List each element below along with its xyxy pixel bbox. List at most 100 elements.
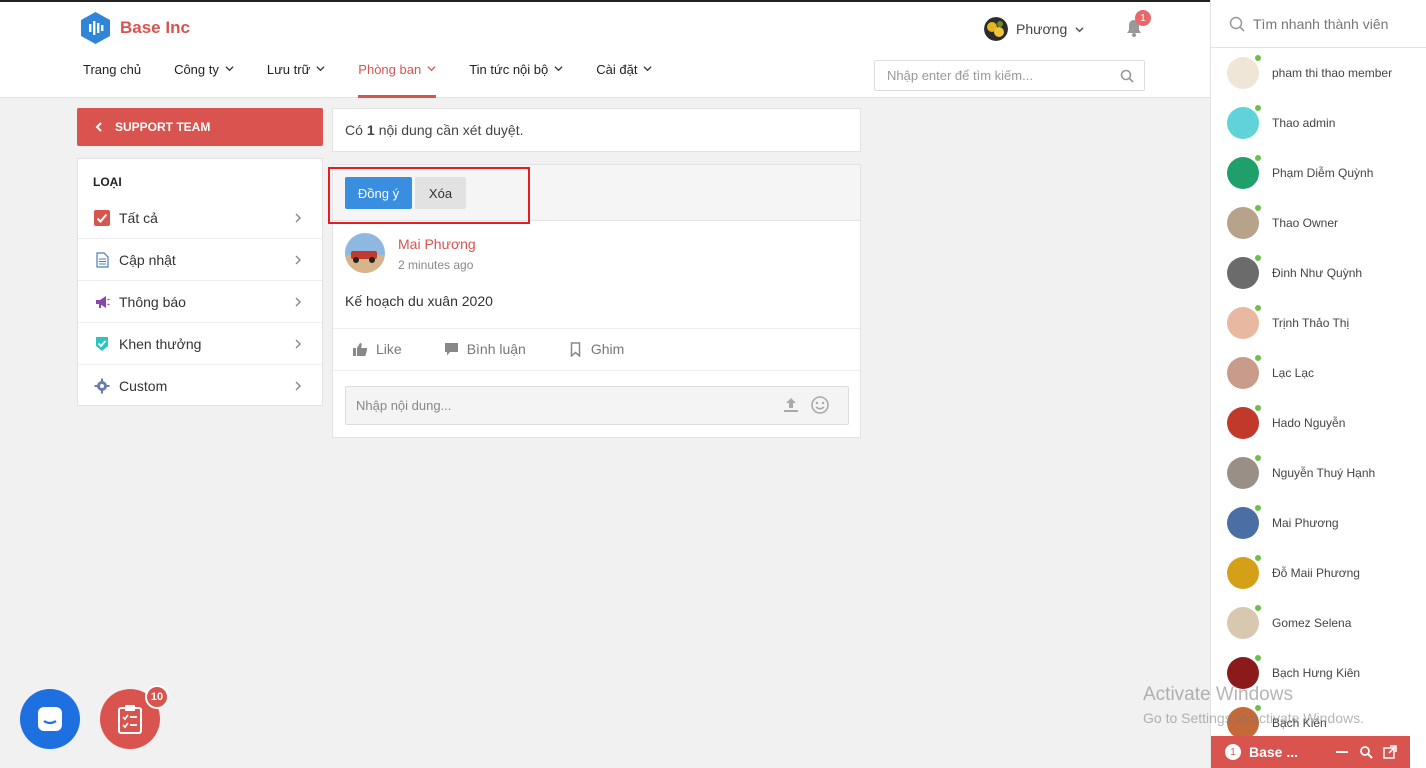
search-icon[interactable]	[1359, 745, 1373, 759]
nav-settings[interactable]: Cài đặt	[596, 62, 653, 98]
member-search-input[interactable]	[1253, 15, 1423, 32]
comment-input[interactable]	[346, 387, 766, 424]
chat-controls	[1335, 745, 1397, 759]
upload-icon[interactable]	[782, 396, 800, 414]
comment-button[interactable]: Bình luận	[444, 341, 526, 357]
member-name: Thao Owner	[1272, 216, 1339, 230]
nav-home[interactable]: Trang chủ	[83, 62, 141, 98]
member-sidebar: pham thi thao member Thao admin Phạm Diễm …	[1210, 0, 1426, 768]
category-rewards[interactable]: Khen thưởng	[78, 323, 322, 365]
divider	[333, 328, 860, 329]
like-button[interactable]: Like	[353, 341, 402, 357]
document-icon	[96, 251, 109, 268]
pin-button[interactable]: Ghim	[568, 341, 624, 357]
member-avatar	[1227, 604, 1262, 639]
nav-label: Công ty	[174, 62, 219, 77]
member-item[interactable]: pham thi thao member	[1211, 48, 1426, 98]
member-item[interactable]: Đinh Như Quỳnh	[1211, 248, 1426, 298]
chat-launcher-button[interactable]	[20, 689, 80, 749]
member-item[interactable]: Thao Owner	[1211, 198, 1426, 248]
category-label: Custom	[119, 378, 168, 394]
category-custom[interactable]: Custom	[78, 365, 322, 407]
member-avatar	[1227, 54, 1262, 89]
chat-title: Base ...	[1249, 744, 1299, 760]
user-name: Phương	[1016, 21, 1068, 37]
chat-bar[interactable]: 1 Base ...	[1211, 736, 1410, 768]
category-announcements[interactable]: Thông báo	[78, 281, 322, 323]
chevron-left-icon	[95, 122, 102, 132]
top-header: Base Inc Trang chủ Công ty Lưu trữ Phòng…	[0, 0, 1210, 98]
online-status-dot	[1254, 404, 1262, 412]
chevron-down-icon	[643, 66, 653, 72]
member-search	[1211, 0, 1426, 48]
nav-label: Trang chủ	[83, 62, 142, 77]
member-item[interactable]: Bạch Hưng Kiên	[1211, 648, 1426, 698]
online-status-dot	[1254, 454, 1262, 462]
header-search	[874, 60, 1145, 91]
task-count-badge: 10	[145, 685, 169, 709]
external-link-icon[interactable]	[1383, 745, 1397, 759]
user-avatar	[984, 17, 1008, 41]
divider	[333, 370, 860, 371]
author-name[interactable]: Mai Phương	[398, 236, 476, 252]
member-item[interactable]: Gomez Selena	[1211, 598, 1426, 648]
online-status-dot	[1254, 554, 1262, 562]
post-author: Mai Phương 2 minutes ago	[345, 233, 476, 273]
post-time: 2 minutes ago	[398, 258, 474, 272]
online-status-dot	[1254, 204, 1262, 212]
checkbox-icon	[94, 209, 110, 226]
member-avatar	[1227, 304, 1262, 339]
pin-label: Ghim	[590, 341, 625, 357]
member-item[interactable]: Lạc Lạc	[1211, 348, 1426, 398]
reaction-row: Like Bình luận Ghim	[353, 341, 624, 357]
member-list: pham thi thao member Thao admin Phạm Diễm …	[1211, 48, 1426, 748]
chat-bubble-icon	[38, 707, 62, 731]
gear-icon	[94, 378, 110, 394]
member-avatar	[1227, 254, 1262, 289]
member-name: Nguyễn Thuý Hạnh	[1272, 466, 1376, 480]
nav-department[interactable]: Phòng ban	[358, 62, 437, 98]
member-avatar	[1227, 354, 1262, 389]
member-item[interactable]: Phạm Diễm Quỳnh	[1211, 148, 1426, 198]
author-avatar[interactable]	[345, 233, 385, 273]
team-label: SUPPORT TEAM	[115, 120, 211, 134]
member-item[interactable]: Mai Phương	[1211, 498, 1426, 548]
online-status-dot	[1254, 104, 1262, 112]
user-menu[interactable]: Phương	[984, 17, 1084, 41]
main-nav: Trang chủ Công ty Lưu trữ Phòng ban Tin …	[83, 62, 685, 98]
member-name: Đỗ Maii Phương	[1272, 566, 1360, 580]
member-name: Trịnh Thảo Thị	[1272, 316, 1350, 330]
nav-internal-news[interactable]: Tin tức nội bộ	[469, 62, 563, 98]
search-icon[interactable]	[1120, 69, 1134, 83]
member-item[interactable]: Trịnh Thảo Thị	[1211, 298, 1426, 348]
member-name: Thao admin	[1272, 116, 1336, 130]
member-item[interactable]: Đỗ Maii Phương	[1211, 548, 1426, 598]
chevron-right-icon	[295, 339, 301, 349]
nav-storage[interactable]: Lưu trữ	[267, 62, 325, 98]
badge-icon	[96, 336, 108, 351]
category-all[interactable]: Tất cả	[78, 197, 322, 239]
member-avatar	[1227, 204, 1262, 239]
member-name: Bạch Kiên	[1272, 716, 1327, 730]
minimize-icon[interactable]	[1335, 745, 1349, 759]
member-item[interactable]: Nguyễn Thuý Hạnh	[1211, 448, 1426, 498]
member-avatar	[1227, 454, 1262, 489]
category-label: Khen thưởng	[119, 335, 202, 352]
emoji-icon[interactable]	[810, 395, 830, 415]
like-label: Like	[376, 341, 402, 357]
brand-logo[interactable]: Base Inc	[81, 12, 190, 44]
chevron-right-icon	[295, 297, 301, 307]
notice-prefix: Có	[345, 122, 363, 138]
member-avatar	[1227, 504, 1262, 539]
chevron-down-icon	[554, 66, 563, 72]
online-status-dot	[1254, 704, 1262, 712]
member-item[interactable]: Hado Nguyễn	[1211, 398, 1426, 448]
member-item[interactable]: Thao admin	[1211, 98, 1426, 148]
online-status-dot	[1254, 354, 1262, 362]
nav-company[interactable]: Công ty	[174, 62, 234, 98]
category-updates[interactable]: Cập nhật	[78, 239, 322, 281]
header-search-input[interactable]	[875, 61, 1105, 90]
category-label: Thông báo	[119, 293, 186, 310]
support-team-button[interactable]: SUPPORT TEAM	[77, 108, 323, 146]
member-name: Bạch Hưng Kiên	[1272, 666, 1361, 680]
